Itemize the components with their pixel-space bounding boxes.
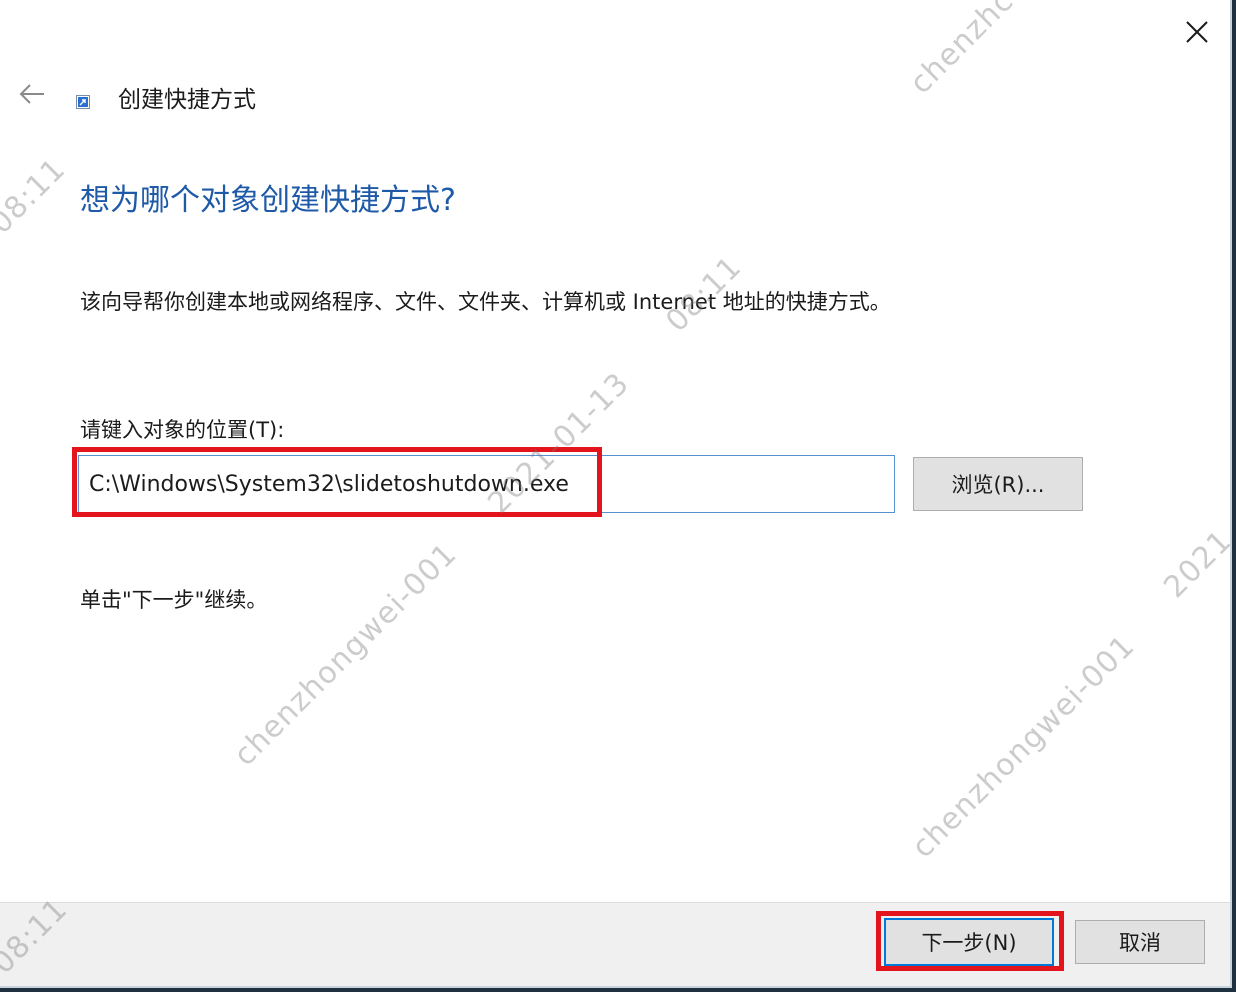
back-button[interactable] bbox=[12, 74, 52, 114]
watermark: 08:11 bbox=[0, 151, 73, 241]
location-label: 请键入对象的位置(T): bbox=[80, 418, 285, 442]
shortcut-icon bbox=[76, 94, 90, 109]
watermark: chenzhongwei-001 bbox=[905, 628, 1142, 865]
wizard-description: 该向导帮你创建本地或网络程序、文件、文件夹、计算机或 Internet 地址的快… bbox=[80, 290, 891, 314]
cancel-button[interactable]: 取消 bbox=[1075, 920, 1205, 964]
next-button[interactable]: 下一步(N) bbox=[884, 918, 1054, 966]
page-heading: 想为哪个对象创建快捷方式? bbox=[80, 183, 456, 218]
create-shortcut-window: 创建快捷方式 想为哪个对象创建快捷方式? 该向导帮你创建本地或网络程序、文件、文… bbox=[0, 0, 1232, 988]
continue-hint: 单击"下一步"继续。 bbox=[80, 588, 268, 612]
wizard-title: 创建快捷方式 bbox=[118, 87, 256, 113]
back-arrow-icon bbox=[19, 84, 44, 104]
browse-button[interactable]: 浏览(R)... bbox=[913, 457, 1083, 511]
location-input[interactable]: C:\Windows\System32\slidetoshutdown.exe bbox=[78, 455, 895, 513]
watermark: chenzhc bbox=[903, 0, 1021, 102]
watermark: 2021 bbox=[1157, 523, 1232, 605]
close-icon bbox=[1186, 21, 1208, 43]
watermark: chenzhongwei-001 bbox=[227, 536, 464, 773]
close-button[interactable] bbox=[1174, 12, 1220, 52]
